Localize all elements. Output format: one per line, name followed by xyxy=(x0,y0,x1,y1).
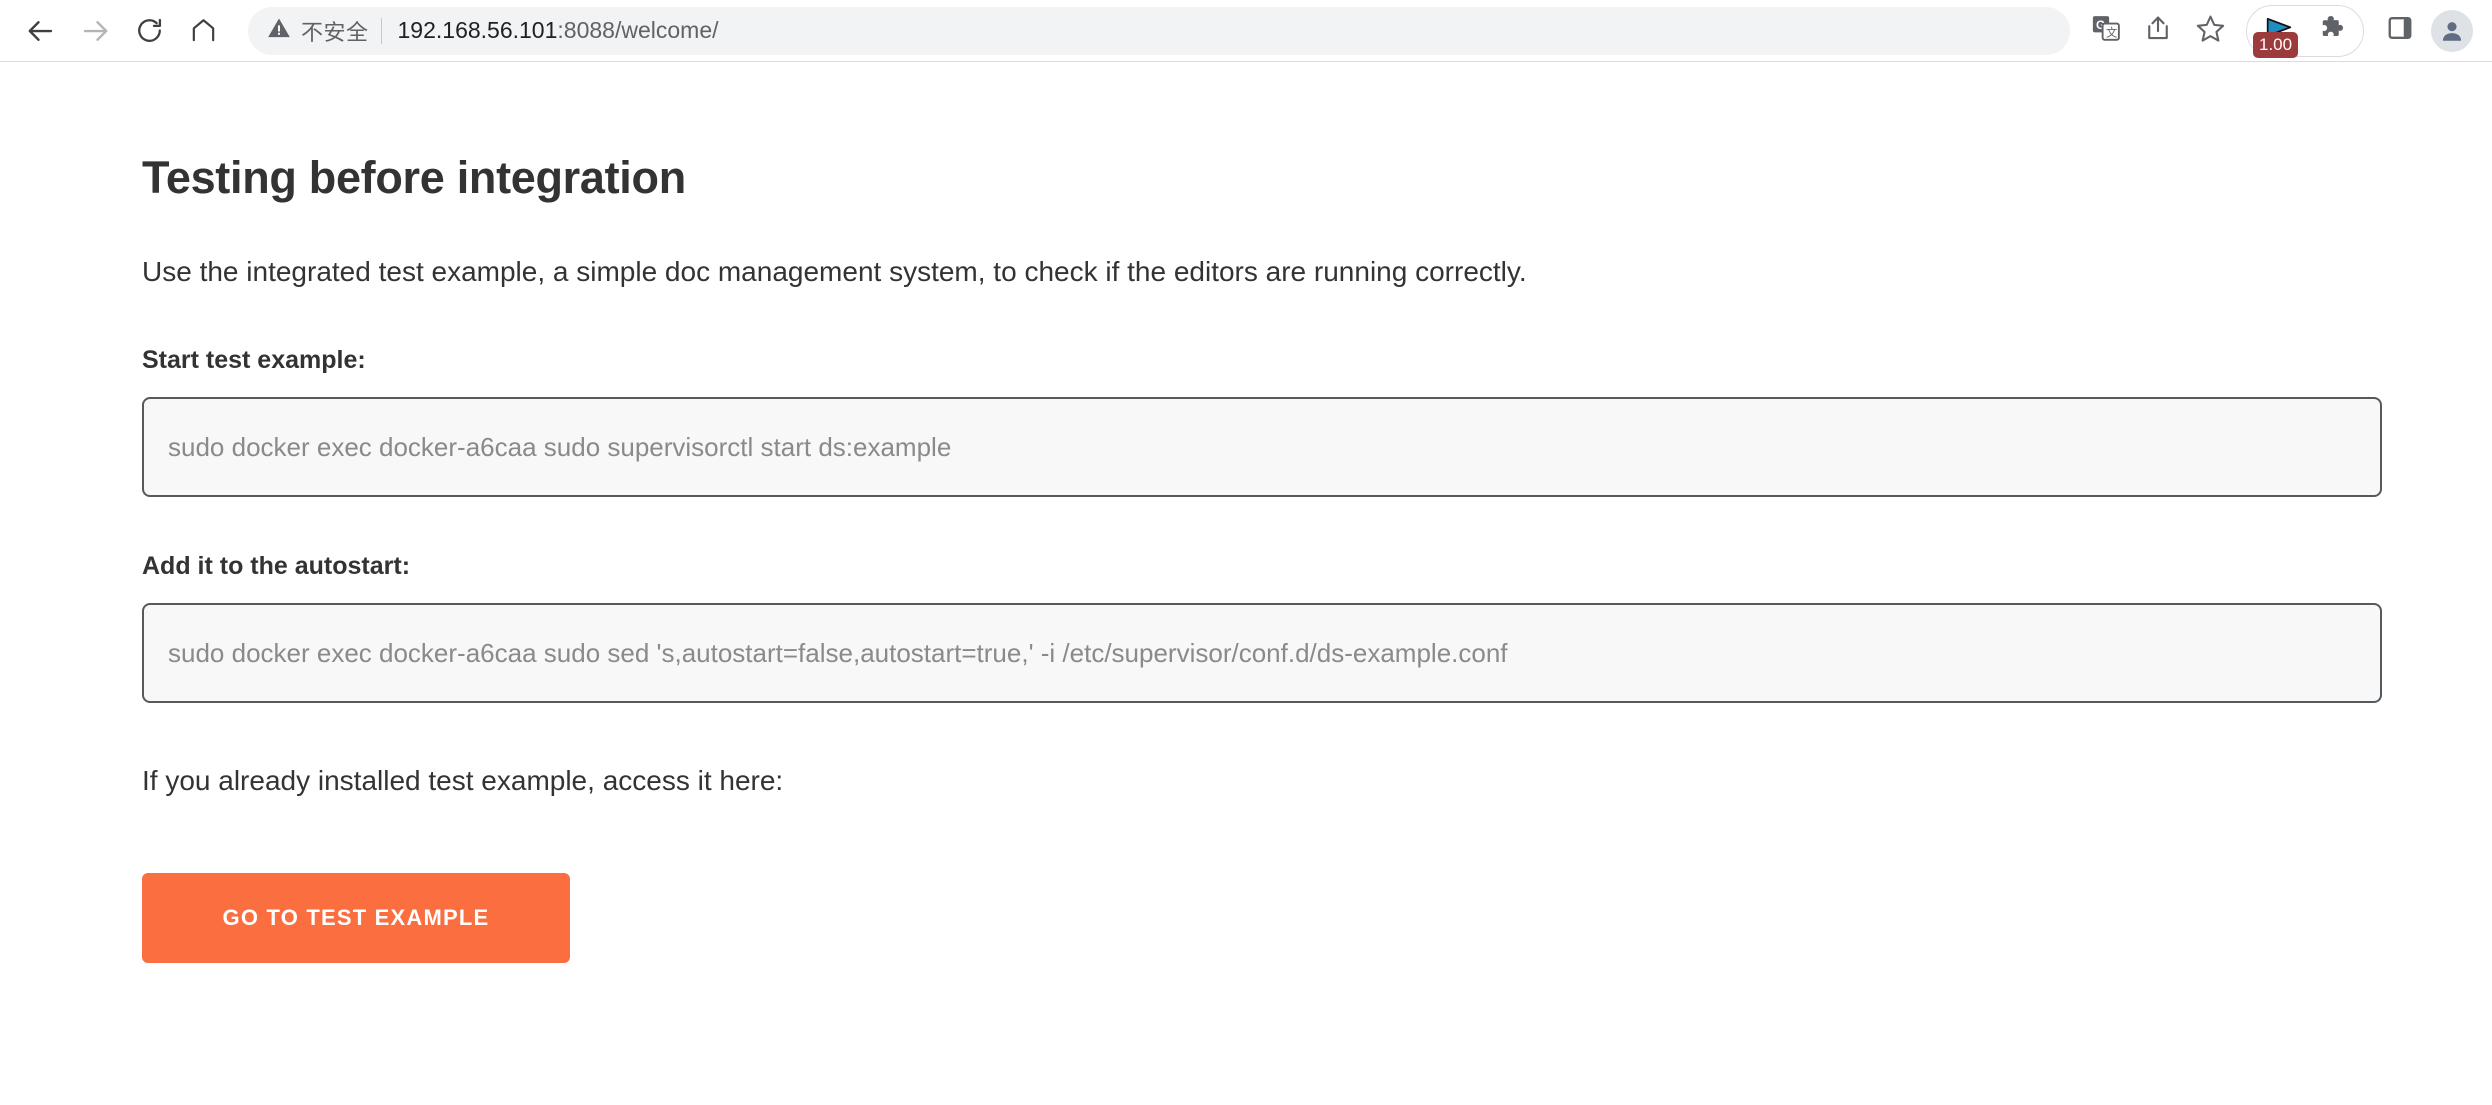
navigation-buttons xyxy=(14,4,230,58)
extensions-button[interactable] xyxy=(2307,5,2359,57)
reload-icon xyxy=(135,16,164,45)
url-path: :8088/welcome/ xyxy=(557,17,719,43)
address-bar[interactable]: 不安全 192.168.56.101:8088/welcome/ xyxy=(248,6,2070,55)
browser-toolbar: 不安全 192.168.56.101:8088/welcome/ G 文 1.0… xyxy=(0,0,2492,62)
puzzle-piece-icon xyxy=(2318,13,2348,48)
video-speed-extension-button[interactable]: 1.00 xyxy=(2251,6,2307,58)
forward-button[interactable] xyxy=(68,4,122,58)
back-button[interactable] xyxy=(14,4,68,58)
back-arrow-icon xyxy=(26,16,56,46)
avatar xyxy=(2431,9,2473,52)
url-host: 192.168.56.101 xyxy=(397,17,558,43)
start-command-box[interactable]: sudo docker exec docker-a6caa sudo super… xyxy=(142,397,2382,498)
translate-button[interactable]: G 文 xyxy=(2080,5,2132,57)
url-text[interactable]: 192.168.56.101:8088/welcome/ xyxy=(382,17,719,44)
extension-badge: 1.00 xyxy=(2253,31,2299,58)
go-to-test-example-button[interactable]: GO TO TEST EXAMPLE xyxy=(142,873,570,964)
extensions-pill: 1.00 xyxy=(2246,4,2364,58)
side-panel-icon xyxy=(2386,14,2414,47)
home-button[interactable] xyxy=(176,4,230,58)
share-icon xyxy=(2143,13,2173,48)
profile-button[interactable] xyxy=(2426,5,2478,57)
page-title: Testing before integration xyxy=(142,152,686,203)
reload-button[interactable] xyxy=(122,4,176,58)
autostart-command-text: sudo docker exec docker-a6caa sudo sed '… xyxy=(168,637,1508,668)
side-panel-button[interactable] xyxy=(2374,5,2426,57)
toolbar-right-actions: G 文 1.00 xyxy=(2080,4,2478,58)
site-security-chip[interactable]: 不安全 xyxy=(266,15,381,47)
start-command-text: sudo docker exec docker-a6caa sudo super… xyxy=(168,431,952,462)
star-icon xyxy=(2195,13,2226,49)
start-test-label: Start test example: xyxy=(142,346,366,375)
autostart-label: Add it to the autostart: xyxy=(142,552,411,581)
content-container: Testing before integration Use the integ… xyxy=(142,62,2382,964)
bookmark-button[interactable] xyxy=(2184,5,2236,57)
translate-icon: G 文 xyxy=(2091,13,2121,48)
page-body: Testing before integration Use the integ… xyxy=(0,62,2492,1104)
forward-arrow-icon xyxy=(80,16,110,46)
warning-triangle-icon xyxy=(266,15,292,46)
svg-text:文: 文 xyxy=(2106,25,2117,39)
security-label: 不安全 xyxy=(301,19,369,45)
access-paragraph: If you already installed test example, a… xyxy=(142,765,784,797)
home-icon xyxy=(189,16,218,45)
share-button[interactable] xyxy=(2132,5,2184,57)
autostart-command-box[interactable]: sudo docker exec docker-a6caa sudo sed '… xyxy=(142,603,2382,704)
intro-paragraph: Use the integrated test example, a simpl… xyxy=(142,256,1527,287)
